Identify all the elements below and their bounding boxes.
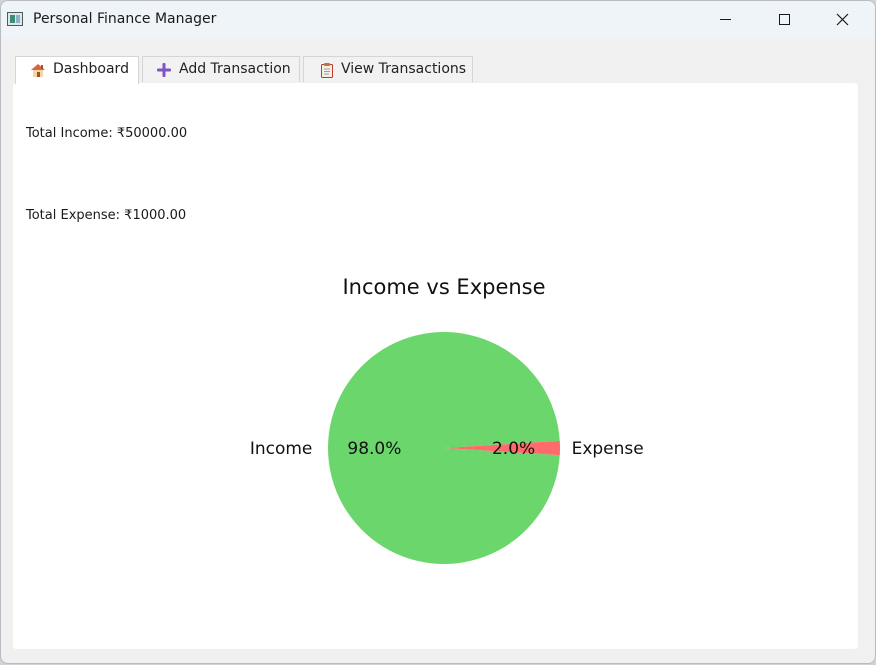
tab-view-transactions-label: View Transactions bbox=[341, 61, 467, 77]
dashboard-panel: Total Income: ₹50000.00 Total Expense: ₹… bbox=[13, 83, 858, 649]
tab-dashboard-label: Dashboard bbox=[53, 61, 129, 77]
pie-category-label-income: Income bbox=[250, 439, 313, 459]
maximize-icon bbox=[779, 14, 790, 25]
pie-percent-label-expense: 2.0% bbox=[492, 439, 535, 459]
tab-bar: Dashboard Add Transaction View Transacti… bbox=[13, 56, 493, 84]
chart-title: Income vs Expense bbox=[342, 275, 545, 299]
plus-icon bbox=[157, 63, 171, 77]
minimize-button[interactable] bbox=[697, 1, 755, 39]
tab-view-transactions[interactable]: View Transactions bbox=[303, 56, 473, 82]
maximize-button[interactable] bbox=[755, 1, 813, 39]
app-window: Personal Finance Manager Dashboard Add T… bbox=[0, 0, 876, 664]
title-bar[interactable]: Personal Finance Manager bbox=[1, 1, 875, 39]
minimize-icon bbox=[720, 19, 731, 20]
window-title: Personal Finance Manager bbox=[33, 11, 217, 27]
house-icon bbox=[31, 64, 45, 77]
tab-dashboard[interactable]: Dashboard bbox=[15, 56, 139, 84]
tab-add-transaction-label: Add Transaction bbox=[179, 61, 291, 77]
clipboard-icon bbox=[321, 63, 333, 78]
close-button[interactable] bbox=[813, 1, 871, 39]
pie-percent-label-income: 98.0% bbox=[347, 439, 401, 459]
app-icon bbox=[7, 12, 23, 26]
tab-add-transaction[interactable]: Add Transaction bbox=[142, 56, 300, 82]
close-icon bbox=[836, 13, 849, 26]
income-expense-pie-chart: Income vs Expense Income 98.0% Expense 2.0% bbox=[250, 275, 644, 564]
pie-category-label-expense: Expense bbox=[572, 439, 644, 459]
